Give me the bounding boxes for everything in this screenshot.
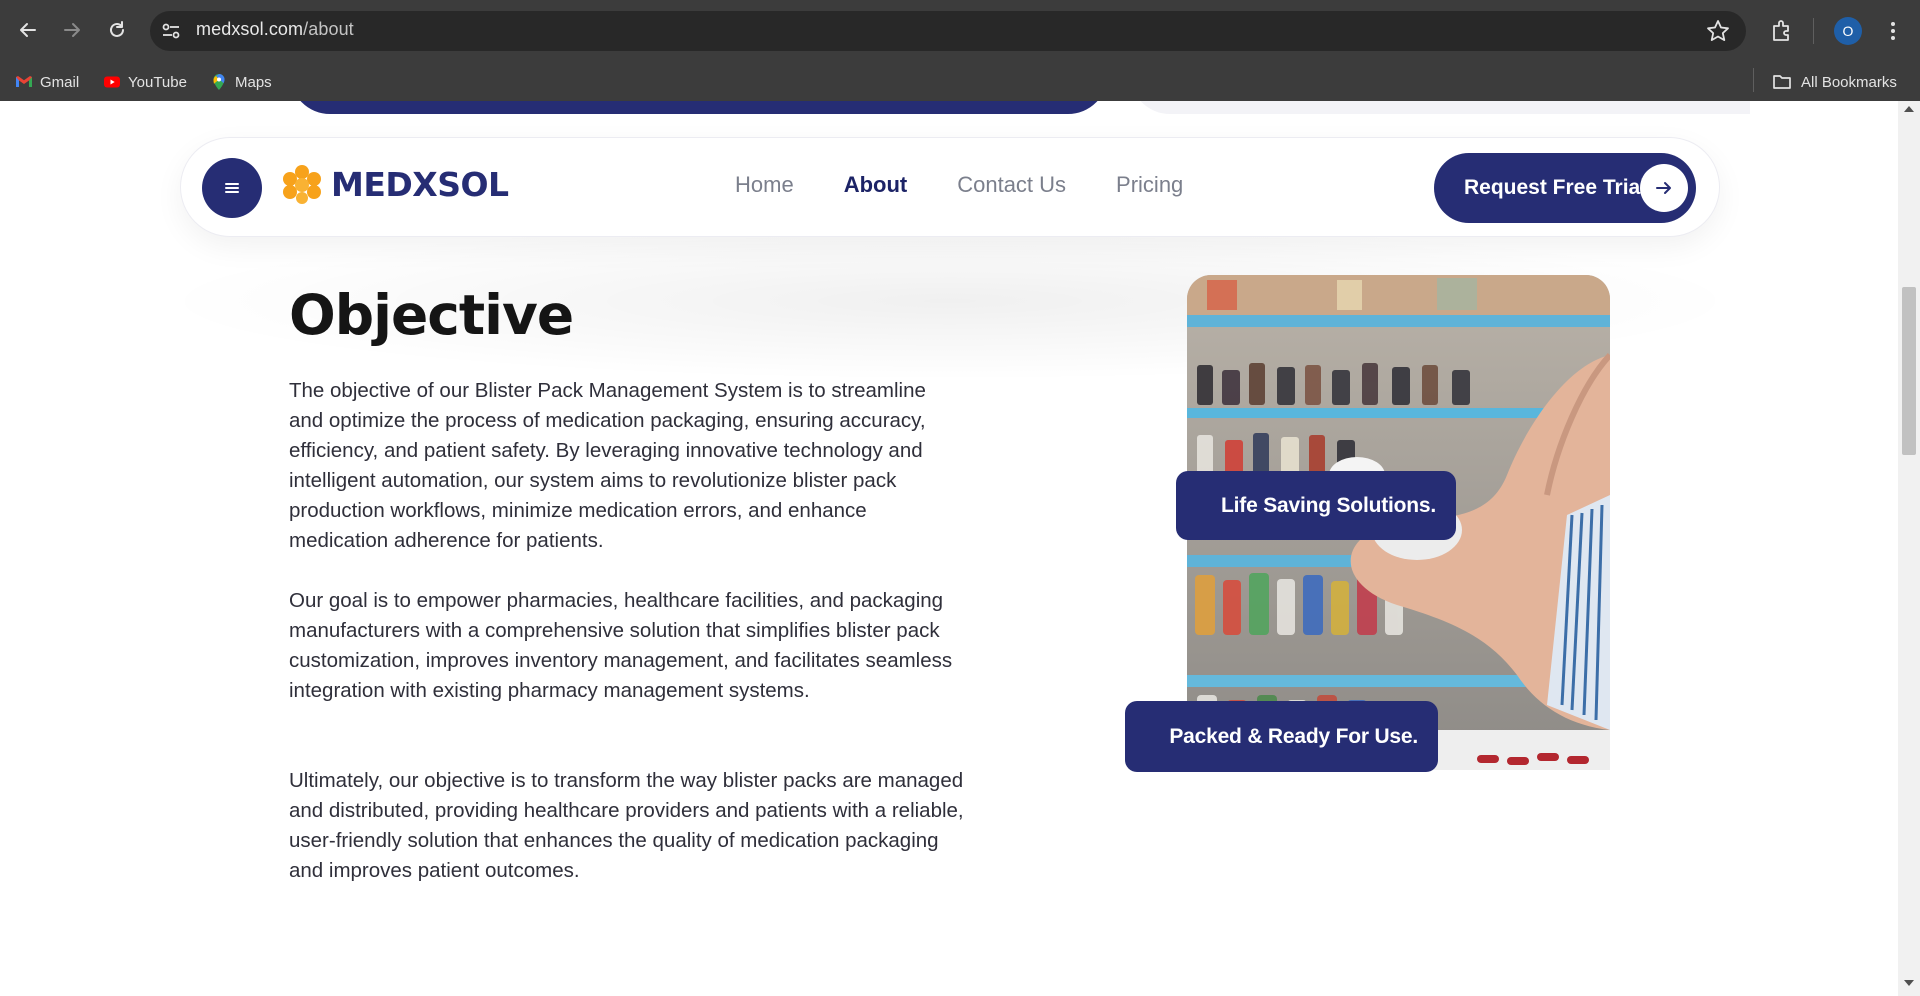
site-info-icon[interactable] [160, 20, 182, 42]
more-menu-icon[interactable] [1882, 17, 1904, 45]
bookmark-label: YouTube [128, 73, 187, 91]
nav-link-contact[interactable]: Contact Us [957, 172, 1066, 198]
url-path: /about [303, 19, 354, 39]
reload-button[interactable] [101, 14, 133, 46]
gmail-icon [16, 76, 32, 87]
objective-paragraph-2: Our goal is to empower pharmacies, healt… [289, 589, 953, 702]
browser-chrome: medxsol.com/about O Gmail YouTube Maps A… [0, 0, 1920, 101]
life-saving-badge: Life Saving Solutions. [1176, 471, 1456, 540]
nav-link-home[interactable]: Home [735, 172, 794, 198]
bookmark-maps[interactable]: Maps [210, 69, 272, 95]
nav-link-pricing[interactable]: Pricing [1116, 172, 1183, 198]
profile-initial: O [1842, 23, 1854, 39]
url-domain: medxsol.com [196, 19, 304, 39]
address-bar[interactable] [150, 11, 1746, 51]
url-text[interactable]: medxsol.com/about [196, 19, 354, 40]
bookmark-gmail[interactable]: Gmail [15, 69, 79, 95]
bookmark-label: Gmail [40, 73, 80, 91]
bookmarks-separator [1753, 68, 1754, 92]
brand-name: MEDXSOL [331, 164, 509, 204]
folder-icon [1773, 75, 1791, 89]
site-navbar: MEDXSOL Home About Contact Us Pricing Re… [181, 138, 1719, 236]
request-trial-button[interactable]: Request Free Trial [1434, 153, 1696, 223]
bookmark-label: Maps [235, 73, 272, 91]
youtube-icon [104, 76, 120, 88]
previous-section-panel [1130, 101, 1750, 114]
page-viewport: MEDXSOL Home About Contact Us Pricing Re… [0, 101, 1898, 996]
objective-paragraph-3: Ultimately, our objective is to transfor… [289, 769, 964, 882]
brand-logo[interactable]: MEDXSOL [281, 163, 509, 205]
profile-avatar[interactable]: O [1834, 17, 1862, 45]
page-scrollbar[interactable] [1898, 101, 1920, 996]
all-bookmarks-button[interactable]: All Bookmarks [1772, 69, 1897, 95]
packed-ready-badge: Packed & Ready For Use. [1125, 701, 1438, 772]
scroll-up-arrow-icon[interactable] [1904, 106, 1914, 112]
forward-arrow-icon [64, 23, 80, 37]
badge-label: Packed & Ready For Use. [1169, 724, 1418, 748]
bookmark-star-icon[interactable] [1704, 17, 1732, 45]
badge-label: Life Saving Solutions. [1221, 493, 1436, 517]
back-button[interactable] [12, 14, 44, 46]
bookmarks-bar: Gmail YouTube Maps All Bookmarks [0, 61, 1920, 101]
back-arrow-icon [20, 23, 36, 37]
maps-icon [213, 74, 225, 90]
forward-button[interactable] [56, 14, 88, 46]
nav-link-about[interactable]: About [844, 172, 908, 198]
arrow-right-circle [1640, 164, 1688, 212]
page-title: Objective [289, 283, 574, 347]
scroll-down-arrow-icon[interactable] [1904, 980, 1914, 986]
hamburger-icon [225, 183, 239, 193]
main-nav: Home About Contact Us Pricing [735, 172, 1183, 198]
previous-section-bar [290, 101, 1108, 114]
request-trial-label: Request Free Trial [1464, 176, 1647, 199]
scrollbar-thumb[interactable] [1902, 287, 1916, 455]
browser-toolbar: medxsol.com/about O [0, 0, 1920, 61]
bookmark-youtube[interactable]: YouTube [103, 69, 187, 95]
honeycomb-logo-icon [283, 165, 321, 204]
menu-button[interactable] [202, 158, 262, 218]
reload-icon [110, 21, 124, 37]
extensions-icon[interactable] [1768, 17, 1796, 45]
toolbar-separator [1813, 18, 1814, 44]
arrow-right-icon [1656, 182, 1671, 194]
objective-paragraph-1: The objective of our Blister Pack Manage… [289, 379, 926, 552]
all-bookmarks-label: All Bookmarks [1801, 73, 1897, 91]
